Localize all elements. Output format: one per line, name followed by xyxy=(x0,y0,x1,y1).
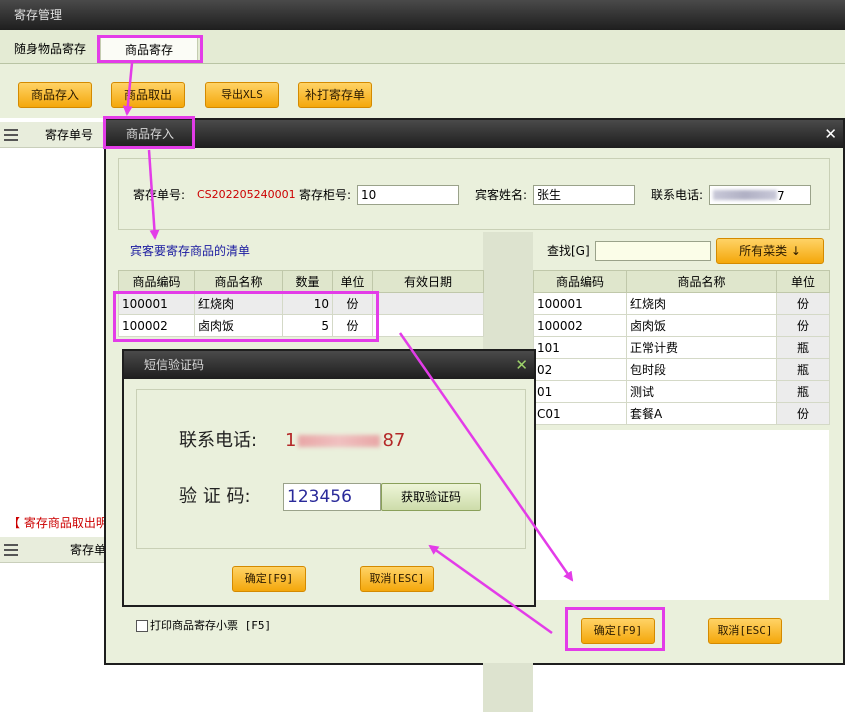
cell-name: 测试 xyxy=(626,380,777,403)
sms-phone-label: 联系电话: xyxy=(179,430,258,451)
locker-input[interactable]: 10 xyxy=(357,185,459,205)
phone-input[interactable]: 7 xyxy=(709,185,811,205)
search-bar: 查找[G] 所有菜类 ↓ xyxy=(533,232,829,270)
highlight-tab xyxy=(97,35,203,63)
cell-name: 套餐A xyxy=(626,402,777,425)
withdraw-section: 【 寄存商品取出明 xyxy=(0,510,110,536)
cell-name: 正常计费 xyxy=(626,336,777,359)
cell-unit: 份 xyxy=(776,292,830,315)
cell-unit: 瓶 xyxy=(776,358,830,381)
order-no-label: 寄存单号: xyxy=(133,188,186,202)
reprint-button[interactable]: 补打寄存单 xyxy=(298,82,372,108)
cell-code: C01 xyxy=(533,402,627,425)
sms-dialog-title: 短信验证码 xyxy=(144,358,205,372)
search-input[interactable] xyxy=(595,241,711,261)
cell-name: 红烧肉 xyxy=(626,292,777,315)
table-row[interactable]: 101 正常计费瓶 xyxy=(533,336,830,359)
locker-label: 寄存柜号: xyxy=(299,188,352,202)
category-dropdown[interactable]: 所有菜类 ↓ xyxy=(716,238,824,264)
deposit-list-title: 宾客要寄存商品的清单 xyxy=(118,232,483,270)
sms-confirm-button[interactable]: 确定[F9] xyxy=(232,566,306,592)
table-row[interactable]: C01 套餐A 份 xyxy=(533,402,830,425)
cell-name: 卤肉饭 xyxy=(626,314,777,337)
blurred-phone xyxy=(713,190,777,200)
table-row[interactable]: 02 包时段瓶 xyxy=(533,358,830,381)
table-row[interactable]: 100001 红烧肉份 xyxy=(533,292,830,315)
search-label: 查找[G] xyxy=(547,244,590,258)
get-code-button[interactable]: 获取验证码 xyxy=(381,483,481,511)
cell-expiry[interactable] xyxy=(372,292,484,315)
sms-dialog-titlebar: 短信验证码 ✕ xyxy=(124,351,534,379)
withdraw-button[interactable]: 商品取出 xyxy=(111,82,185,108)
phone-end-digits: 87 xyxy=(382,430,406,451)
withdraw-section-title: 【 寄存商品取出明 xyxy=(8,516,108,530)
export-xls-button[interactable]: 导出XLS xyxy=(205,82,279,108)
guest-name-label: 宾客姓名: xyxy=(475,188,528,202)
sms-panel: 联系电话: 1 87 验 证 码: 123456 获取验证码 xyxy=(136,389,526,549)
blurred-phone xyxy=(298,435,381,447)
cell-code: 101 xyxy=(533,336,627,359)
phone-visible-digit: 7 xyxy=(777,189,785,203)
header-qty[interactable]: 数量 xyxy=(282,270,333,293)
tab-personal-items[interactable]: 随身物品寄存 xyxy=(4,36,96,62)
cell-expiry[interactable] xyxy=(372,314,484,337)
window-title: 寄存管理 xyxy=(0,0,845,30)
header-code[interactable]: 商品编码 xyxy=(533,270,627,293)
print-ticket-label[interactable]: 打印商品寄存小票 [F5] xyxy=(150,616,271,636)
sms-phone-value: 1 87 xyxy=(285,428,405,454)
header-name[interactable]: 商品名称 xyxy=(194,270,283,293)
header-code[interactable]: 商品编码 xyxy=(118,270,195,293)
table-row[interactable]: 01 测试瓶 xyxy=(533,380,830,403)
phone-label: 联系电话: xyxy=(651,188,704,202)
close-icon[interactable]: ✕ xyxy=(824,124,837,144)
print-ticket-checkbox[interactable] xyxy=(136,620,148,632)
deposit-cancel-button[interactable]: 取消[ESC] xyxy=(708,618,782,644)
toolbar: 商品存入 商品取出 导出XLS 补打寄存单 xyxy=(0,64,845,118)
deposit-dialog-footer: 打印商品寄存小票 [F5] 确定[F9] 取消[ESC] xyxy=(106,600,843,663)
header-unit[interactable]: 单位 xyxy=(776,270,830,293)
header-name[interactable]: 商品名称 xyxy=(626,270,777,293)
phone-start-digit: 1 xyxy=(285,430,297,451)
deposit-info-panel: 寄存单号: CS202205240001 寄存柜号: 10 宾客姓名: 张生 联… xyxy=(118,158,830,230)
cell-unit: 份 xyxy=(776,314,830,337)
menu-icon[interactable] xyxy=(4,544,18,556)
sms-cancel-button[interactable]: 取消[ESC] xyxy=(360,566,434,592)
highlight-dialog-title xyxy=(103,116,195,149)
cell-code: 100002 xyxy=(533,314,627,337)
sms-dialog: 短信验证码 ✕ 联系电话: 1 87 验 证 码: 123456 获取验证码 确定… xyxy=(122,349,536,607)
menu-icon[interactable] xyxy=(4,129,18,141)
col-order-no: 寄存单号 xyxy=(45,128,94,142)
deposit-button[interactable]: 商品存入 xyxy=(18,82,92,108)
catalog-empty-area xyxy=(533,430,829,600)
close-icon[interactable]: ✕ xyxy=(515,355,528,375)
highlight-rows xyxy=(113,291,379,342)
highlight-confirm xyxy=(565,607,665,651)
header-unit[interactable]: 单位 xyxy=(332,270,373,293)
sms-code-input[interactable]: 123456 xyxy=(283,483,381,511)
header-expiry[interactable]: 有效日期 xyxy=(372,270,484,293)
col-order-no: 寄存单 xyxy=(70,543,107,557)
cell-code: 02 xyxy=(533,358,627,381)
cell-name: 包时段 xyxy=(626,358,777,381)
cell-unit: 瓶 xyxy=(776,380,830,403)
cell-code: 100001 xyxy=(533,292,627,315)
table-row[interactable]: 100002 卤肉饭份 xyxy=(533,314,830,337)
cell-code: 01 xyxy=(533,380,627,403)
cell-unit: 份 xyxy=(776,402,830,425)
order-no-value: CS202205240001 xyxy=(197,188,296,201)
goods-catalog-table: 商品编码 商品名称 单位 100001 红烧肉份 100002 卤肉饭份 101 正常… xyxy=(533,270,830,425)
sms-code-label: 验 证 码: xyxy=(179,486,251,507)
cell-unit: 瓶 xyxy=(776,336,830,359)
guest-name-input[interactable]: 张生 xyxy=(533,185,635,205)
deposit-dialog-titlebar: 商品存入 ✕ xyxy=(106,120,843,148)
withdraw-grid-header: 寄存单 xyxy=(0,537,110,563)
